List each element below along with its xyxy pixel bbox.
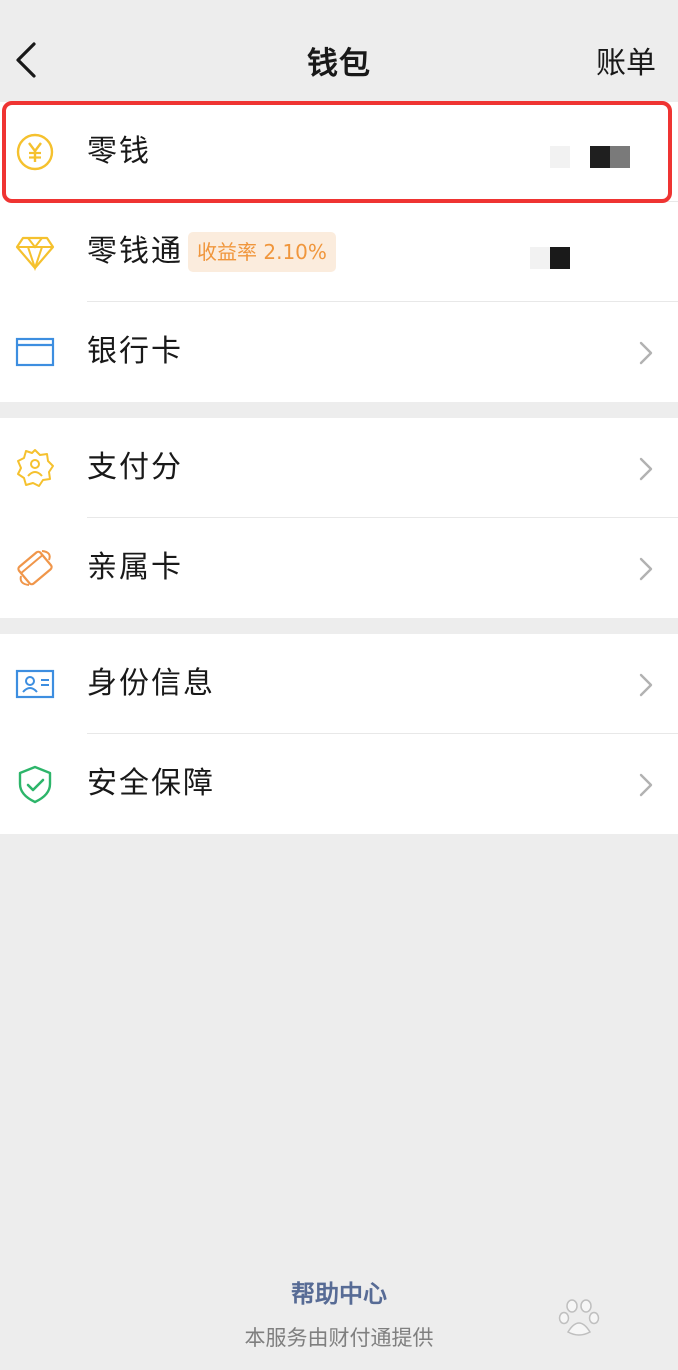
licaitong-label: 零钱通 xyxy=(87,234,183,269)
licaitong-row[interactable]: 零钱通 收益率 2.10% xyxy=(0,202,678,302)
identity-label: 身份信息 xyxy=(87,666,215,701)
page-title: 钱包 xyxy=(307,46,371,82)
security-row[interactable]: 安全保障 xyxy=(0,734,678,834)
yuan-coin-icon xyxy=(16,133,54,171)
pay-score-row[interactable]: 支付分 xyxy=(0,418,678,518)
yield-rate-badge: 收益率 2.10% xyxy=(188,232,336,272)
change-row[interactable]: 零钱 xyxy=(0,102,678,202)
bank-card-label: 银行卡 xyxy=(87,334,183,369)
chevron-right-icon xyxy=(639,773,653,797)
licaitong-balance-redacted-block xyxy=(550,247,570,269)
score-badge-icon xyxy=(17,449,54,487)
change-label: 零钱 xyxy=(87,134,151,169)
baidu-paw-watermark-icon xyxy=(558,1299,600,1336)
chevron-right-icon xyxy=(639,457,653,481)
bills-button[interactable]: 账单 xyxy=(596,38,656,82)
wallet-group-balance: 零钱 零钱通 收益率 2.10% 银行卡 xyxy=(0,102,678,402)
identity-row[interactable]: 身份信息 xyxy=(0,634,678,734)
wallet-group-services: 支付分 亲属卡 xyxy=(0,418,678,618)
family-card-icon xyxy=(17,550,53,586)
diamond-icon xyxy=(15,236,55,272)
balance-redacted xyxy=(550,146,570,168)
chevron-right-icon xyxy=(639,341,653,365)
bank-card-row[interactable]: 银行卡 xyxy=(0,302,678,402)
balance-redacted-block xyxy=(590,146,610,168)
licaitong-balance-redacted xyxy=(530,247,550,269)
chevron-right-icon xyxy=(639,557,653,581)
chevron-right-icon xyxy=(639,673,653,697)
id-card-icon xyxy=(15,669,55,699)
family-card-label: 亲属卡 xyxy=(87,550,183,585)
nav-bar: 钱包 账单 xyxy=(0,0,678,118)
bank-card-icon xyxy=(15,337,55,367)
balance-redacted-block-2 xyxy=(610,146,630,168)
security-label: 安全保障 xyxy=(87,766,215,801)
wallet-group-security: 身份信息 安全保障 xyxy=(0,634,678,834)
shield-check-icon xyxy=(18,765,52,804)
family-card-row[interactable]: 亲属卡 xyxy=(0,518,678,618)
pay-score-label: 支付分 xyxy=(87,450,183,485)
